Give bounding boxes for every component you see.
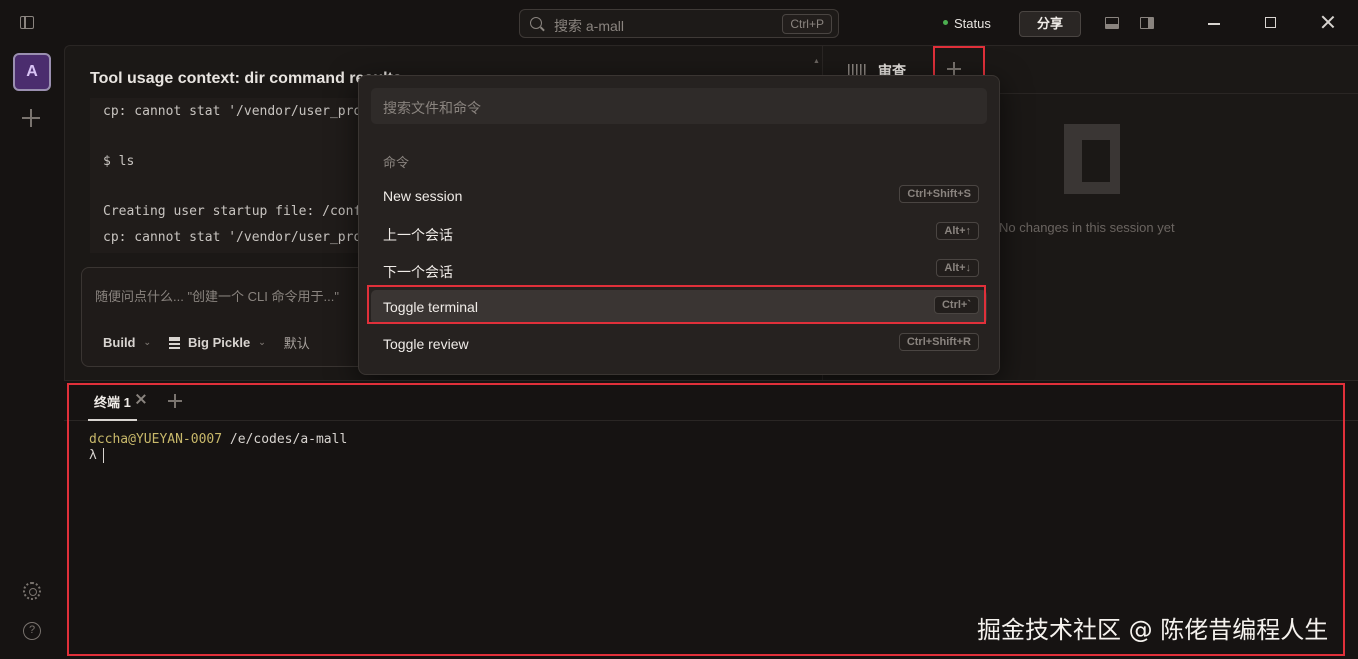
- agent-select[interactable]: Build ⌄: [103, 335, 151, 350]
- command-label: 上一个会话: [383, 227, 453, 243]
- command-label: 下一个会话: [383, 264, 453, 280]
- gear-icon[interactable]: [23, 582, 41, 600]
- global-search-placeholder: 搜索 a-mall: [554, 18, 625, 34]
- prompt-toolbar: Build ⌄ Big Pickle ⌄ 默认: [103, 333, 328, 352]
- palette-section-label: 命令: [383, 155, 410, 170]
- prompt-placeholder: 随便问点什么... "创建一个 CLI 命令用于...": [95, 289, 339, 304]
- highlight-terminal: [67, 383, 1345, 656]
- agent-label: Build: [103, 335, 136, 350]
- command-label: New session: [383, 188, 463, 204]
- palette-search-input[interactable]: 搜索文件和命令: [371, 88, 987, 124]
- scroll-up-icon[interactable]: ▲: [813, 58, 820, 65]
- search-icon: [530, 17, 542, 29]
- add-project-icon[interactable]: [22, 109, 40, 127]
- diff-icon: [848, 64, 866, 75]
- command-label: Toggle review: [383, 336, 469, 352]
- help-icon[interactable]: ?: [23, 622, 41, 640]
- output-line: cp: cannot stat '/vendor/user_pro: [103, 104, 362, 119]
- model-label: Big Pickle: [188, 335, 251, 350]
- model-select[interactable]: Big Pickle ⌄: [169, 335, 266, 350]
- highlight-toggle-terminal: [367, 285, 986, 324]
- chevron-down-icon: ⌄: [258, 337, 266, 347]
- command-previous-session[interactable]: 上一个会话 Alt+↑: [371, 216, 987, 250]
- command-new-session[interactable]: New session Ctrl+Shift+S: [371, 179, 987, 213]
- toggle-bottom-panel-icon[interactable]: [1105, 17, 1119, 29]
- session-title: Tool usage context: dir command results: [90, 70, 402, 87]
- variant-select[interactable]: 默认: [284, 333, 310, 352]
- status-indicator[interactable]: Status: [943, 16, 991, 31]
- minimize-icon[interactable]: [1208, 23, 1220, 25]
- command-next-session[interactable]: 下一个会话 Alt+↓: [371, 253, 987, 287]
- command-shortcut: Ctrl+Shift+R: [898, 333, 979, 351]
- status-label: Status: [954, 16, 991, 31]
- project-avatar[interactable]: A: [13, 53, 51, 91]
- maximize-icon[interactable]: [1265, 17, 1276, 28]
- title-bar: 搜索 a-mall Ctrl+P Status 分享: [0, 0, 1358, 45]
- close-window-icon[interactable]: [1320, 14, 1336, 30]
- empty-review-message: No changes in this session yet: [999, 220, 1175, 235]
- output-line: Creating user startup file: /conf: [103, 204, 362, 219]
- status-dot-icon: [943, 20, 948, 26]
- output-line: $ ls: [103, 154, 135, 169]
- model-provider-icon: [169, 336, 181, 349]
- empty-document-icon: [1064, 124, 1120, 194]
- sidebar-toggle-icon[interactable]: [20, 16, 34, 29]
- variant-label: 默认: [283, 336, 310, 351]
- chevron-down-icon: ⌄: [143, 337, 152, 347]
- command-palette: 搜索文件和命令 命令 New session Ctrl+Shift+S 上一个会…: [358, 75, 1000, 375]
- search-shortcut-badge: Ctrl+P: [782, 14, 832, 34]
- output-line: cp: cannot stat '/vendor/user_pro: [103, 230, 362, 245]
- command-shortcut: Alt+↓: [936, 259, 979, 277]
- command-toggle-review[interactable]: Toggle review Ctrl+Shift+R: [371, 327, 987, 361]
- global-search-box[interactable]: 搜索 a-mall Ctrl+P: [519, 9, 839, 38]
- palette-search-placeholder: 搜索文件和命令: [383, 100, 481, 116]
- share-button[interactable]: 分享: [1019, 11, 1081, 37]
- toggle-right-panel-icon[interactable]: [1140, 17, 1154, 29]
- command-shortcut: Ctrl+Shift+S: [899, 185, 979, 203]
- command-shortcut: Alt+↑: [936, 222, 979, 240]
- project-rail: A ?: [0, 45, 64, 659]
